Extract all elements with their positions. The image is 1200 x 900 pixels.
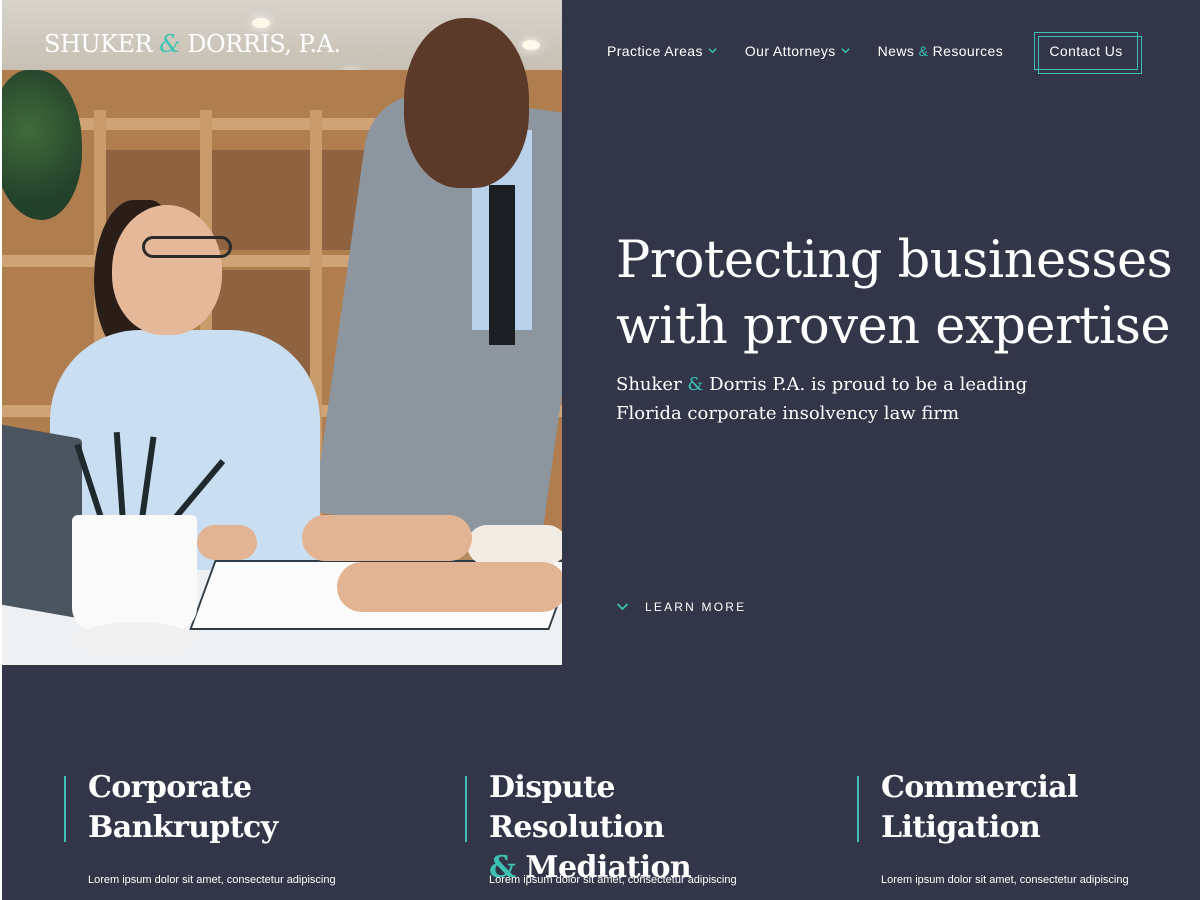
service-title: Corporate Bankruptcy: [88, 768, 388, 848]
practice-areas-section: Corporate Bankruptcy Lorem ipsum dolor s…: [64, 768, 1200, 900]
service-description: Lorem ipsum dolor sit amet, consectetur …: [489, 874, 737, 886]
photo-woman-head: [112, 205, 222, 335]
hero-subheading: Shuker & Dorris P.A. is proud to be a le…: [616, 370, 1056, 428]
nav-item-label: News & Resources: [878, 43, 1003, 59]
service-title-line: Litigation: [881, 810, 1041, 845]
photo-man-head: [404, 18, 529, 188]
service-description: Lorem ipsum dolor sit amet, consectetur …: [881, 874, 1129, 886]
nav-item-label-part: Resources: [928, 43, 1004, 59]
photo-laptop: [2, 421, 82, 619]
hero-subheading-text: Shuker: [616, 374, 688, 395]
photo-sleeve: [467, 525, 562, 565]
photo-pen-cup: [72, 515, 197, 630]
service-title: Dispute Resolution & Mediation: [489, 768, 789, 888]
logo-text: SHUKER: [44, 30, 160, 58]
photo-hand: [302, 515, 472, 561]
learn-more-label: LEARN MORE: [645, 600, 747, 614]
chevron-down-icon: [616, 603, 629, 611]
nav-item-practice-areas[interactable]: Practice Areas: [607, 43, 718, 59]
service-title-line: Bankruptcy: [88, 810, 278, 845]
nav-item-label: Our Attorneys: [744, 43, 836, 59]
service-title-line: Corporate: [88, 770, 252, 805]
service-title: Commercial Litigation: [881, 768, 1181, 848]
hero-photo: [2, 0, 562, 665]
hero-subheading-text: Dorris P.A. is proud to be a leading: [703, 374, 1028, 395]
service-title-line: Commercial: [881, 770, 1078, 805]
nav-item-news-resources[interactable]: News & Resources: [878, 43, 1003, 59]
chevron-down-icon: [840, 47, 850, 53]
hero-headline: Protecting businesses with proven expert…: [616, 228, 1176, 360]
service-title-line: Dispute Resolution: [489, 770, 665, 845]
hero-subheading-text: Florida corporate insolvency law firm: [616, 403, 960, 424]
hero-ampersand: &: [687, 374, 704, 395]
photo-ceiling-light: [252, 18, 270, 28]
nav-item-label-part: News: [877, 43, 919, 59]
service-description: Lorem ipsum dolor sit amet, consectetur …: [88, 874, 336, 886]
contact-us-button[interactable]: Contact Us: [1034, 32, 1142, 74]
site-logo[interactable]: SHUKER & DORRIS, P.A.: [44, 30, 341, 58]
logo-text: DORRIS, P.A.: [180, 30, 341, 58]
learn-more-link[interactable]: LEARN MORE: [616, 600, 746, 614]
main-nav: Practice Areas Our Attorneys News & Reso…: [607, 32, 1030, 70]
photo-pen-cup-base: [78, 622, 193, 654]
service-accent-bar: [64, 776, 66, 842]
photo-ceiling-light: [522, 40, 540, 50]
photo-glasses: [142, 236, 232, 258]
nav-item-label: Practice Areas: [607, 43, 703, 59]
service-accent-bar: [465, 776, 467, 842]
service-accent-bar: [857, 776, 859, 842]
nav-ampersand: &: [918, 43, 929, 59]
chevron-down-icon: [708, 47, 717, 53]
photo-hand: [197, 525, 257, 560]
photo-man-tie: [489, 185, 515, 345]
hero-headline-line: Protecting businesses: [616, 231, 1173, 290]
hero-headline-line: with proven expertise: [616, 297, 1171, 356]
logo-ampersand: &: [159, 30, 181, 58]
photo-hand: [337, 562, 562, 612]
contact-us-label: Contact Us: [1049, 43, 1123, 59]
photo-shelf-cubby: [212, 150, 312, 250]
nav-item-our-attorneys[interactable]: Our Attorneys: [745, 43, 851, 59]
